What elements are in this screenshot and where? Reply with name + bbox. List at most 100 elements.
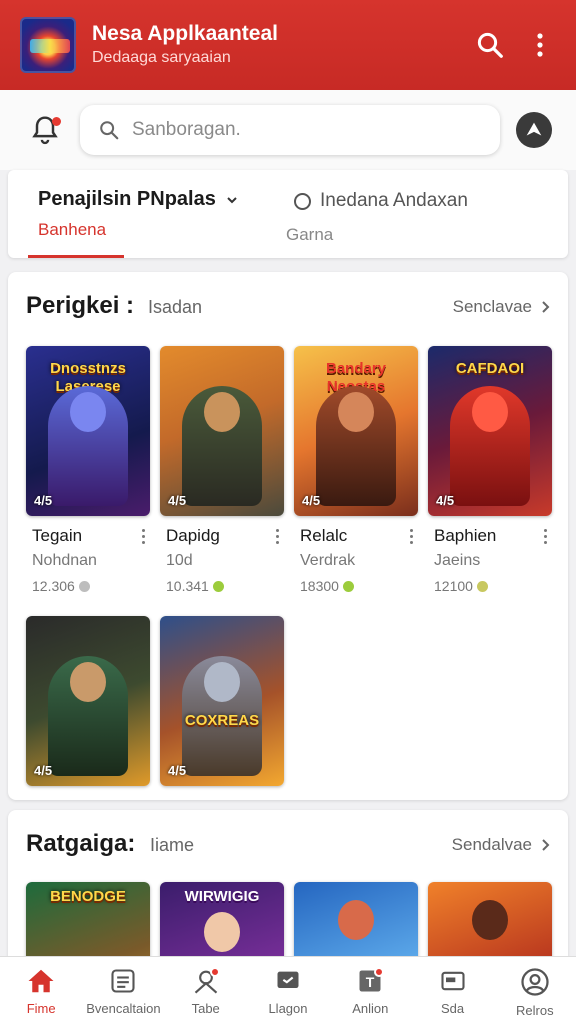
section-title: Ratgaiga:: [26, 830, 136, 857]
app-count: 12100: [428, 578, 552, 594]
hero-head: [338, 900, 374, 940]
more-vert-icon: [537, 33, 543, 57]
app-card[interactable]: Bandary Neostas 4/5 Relalc Verdrak 18300: [294, 346, 418, 594]
bottom-navigation: Fime Bvencaltaion Tabe Llagon T Anlion S…: [0, 956, 576, 1024]
app-subtitle: Dedaaga saryaaian: [92, 49, 231, 66]
chevron-right-icon: [542, 301, 550, 313]
hero-head: [338, 392, 374, 432]
nav-label: Tabe: [191, 1001, 220, 1016]
tab-underline: [28, 255, 124, 258]
see-all-link[interactable]: Sendalvae: [452, 835, 550, 855]
nav-profile[interactable]: Tabe: [165, 957, 247, 1024]
search-row: [0, 90, 576, 170]
see-all-label: Sendalvae: [451, 835, 532, 854]
rating-badge: 4/5: [168, 493, 187, 508]
status-dot: [78, 580, 90, 592]
account-icon: [521, 968, 549, 996]
svg-text:T: T: [366, 974, 375, 990]
app-card[interactable]: CAFDAOI 4/5 Baphien Jaeins 12100: [428, 346, 552, 594]
app-title: Nesa Applkaanteal: [92, 22, 278, 45]
hero-head: [204, 912, 240, 952]
nav-label: Relros: [516, 1003, 554, 1018]
app-thumbnail: Bandary Neostas 4/5: [294, 346, 418, 516]
search-icon: [477, 32, 503, 58]
status-dot: [476, 580, 488, 592]
home-icon: [28, 969, 54, 993]
store-icon: [440, 971, 465, 991]
app-thumbnail: CAFDAOI 4/5: [428, 346, 552, 516]
app-logo: [20, 17, 76, 73]
tab-label: Penajilsin PNpalas: [38, 188, 239, 211]
section-ranking: Ratgaiga: Iiame Sendalvae BENODGE WIRWIG…: [8, 810, 568, 970]
status-dot: [342, 580, 354, 592]
header-menu-button[interactable]: [518, 23, 562, 67]
hero-head: [70, 662, 106, 702]
nav-home[interactable]: Fime: [0, 957, 82, 1024]
header-search-button[interactable]: [468, 23, 512, 67]
notification-button[interactable]: [20, 105, 70, 155]
nav-chat[interactable]: Llagon: [247, 957, 329, 1024]
app-name: Baphien: [428, 526, 552, 546]
app-header: Nesa Applkaanteal Dedaaga saryaaian: [0, 0, 576, 90]
hero-head: [472, 392, 508, 432]
tab-primary[interactable]: Penajilsin PNpalas Banhena: [28, 170, 258, 258]
app-developer: 10d: [166, 552, 193, 569]
section-subtitle: Iiame: [150, 835, 195, 855]
nav-store[interactable]: Sda: [411, 957, 493, 1024]
nav-tags[interactable]: T Anlion: [329, 957, 411, 1024]
app-count: 12.306: [26, 578, 150, 594]
more-vert-icon[interactable]: [270, 528, 284, 544]
search-box[interactable]: [80, 105, 500, 155]
app-card[interactable]: 4/5: [26, 616, 150, 786]
nav-label: Anlion: [352, 1001, 389, 1016]
rating-badge: 4/5: [168, 763, 187, 778]
tab-label: Inedana Andaxan: [294, 190, 468, 212]
app-developer: Verdrak: [300, 552, 356, 569]
app-developer: Jaeins: [434, 552, 481, 569]
circle-icon: [294, 192, 311, 210]
see-all-label: Senclavae: [452, 297, 532, 316]
app-card[interactable]: Dnosstnzs Laserese 4/5 Tegain Nohdnan 12…: [26, 346, 150, 594]
rating-badge: 4/5: [436, 493, 455, 508]
section-title: Perigkei :: [26, 292, 135, 319]
status-dot: [212, 580, 224, 592]
hero-head: [472, 900, 508, 940]
app-name: Dapidg: [160, 526, 284, 546]
rating-badge: 4/5: [302, 493, 321, 508]
chevron-down-icon: [227, 197, 238, 204]
app-titles: Nesa Applkaanteal Dedaaga saryaaian: [92, 21, 462, 69]
notification-dot: [209, 967, 220, 977]
hero-head: [204, 662, 240, 702]
search-input[interactable]: [132, 119, 452, 141]
rating-badge: 4/5: [34, 763, 53, 778]
app-thumbnail: 4/5: [26, 616, 150, 786]
hero-head: [204, 392, 240, 432]
tab-sublabel: Garna: [286, 225, 334, 244]
send-icon: [526, 122, 542, 136]
list-icon: [111, 969, 135, 993]
app-thumbnail: 4/5: [160, 346, 284, 516]
chevron-right-icon: [542, 839, 550, 851]
app-card[interactable]: 4/5 Dapidg 10d 10.341: [160, 346, 284, 594]
send-button[interactable]: [516, 112, 552, 148]
nav-label: Llagon: [268, 1001, 308, 1016]
hero-head: [70, 392, 106, 432]
nav-label: Bvencaltaion: [86, 1001, 161, 1016]
nav-categories[interactable]: Bvencaltaion: [82, 957, 164, 1024]
search-icon: [100, 121, 119, 140]
more-vert-icon[interactable]: [538, 528, 552, 544]
app-thumbnail: Dnosstnzs Laserese 4/5: [26, 346, 150, 516]
more-vert-icon[interactable]: [404, 528, 418, 544]
tab-secondary[interactable]: Inedana Andaxan Garna: [284, 170, 544, 258]
see-all-link[interactable]: Senclavae: [453, 297, 550, 317]
nav-label: Fime: [26, 1001, 56, 1016]
tabs-bar: Penajilsin PNpalas Banhena Inedana Andax…: [8, 170, 568, 258]
more-vert-icon[interactable]: [136, 528, 150, 544]
thumbnail-art-title: BENODGE: [50, 888, 126, 905]
app-card[interactable]: COXREAS 4/5: [160, 616, 284, 786]
nav-account[interactable]: Relros: [494, 957, 576, 1024]
app-name: Relalc: [294, 526, 418, 546]
app-count: 18300: [294, 578, 418, 594]
tab-sublabel: Banhena: [38, 220, 107, 239]
section-featured: Perigkei : Isadan Senclavae Dnosstnzs La…: [8, 272, 568, 800]
